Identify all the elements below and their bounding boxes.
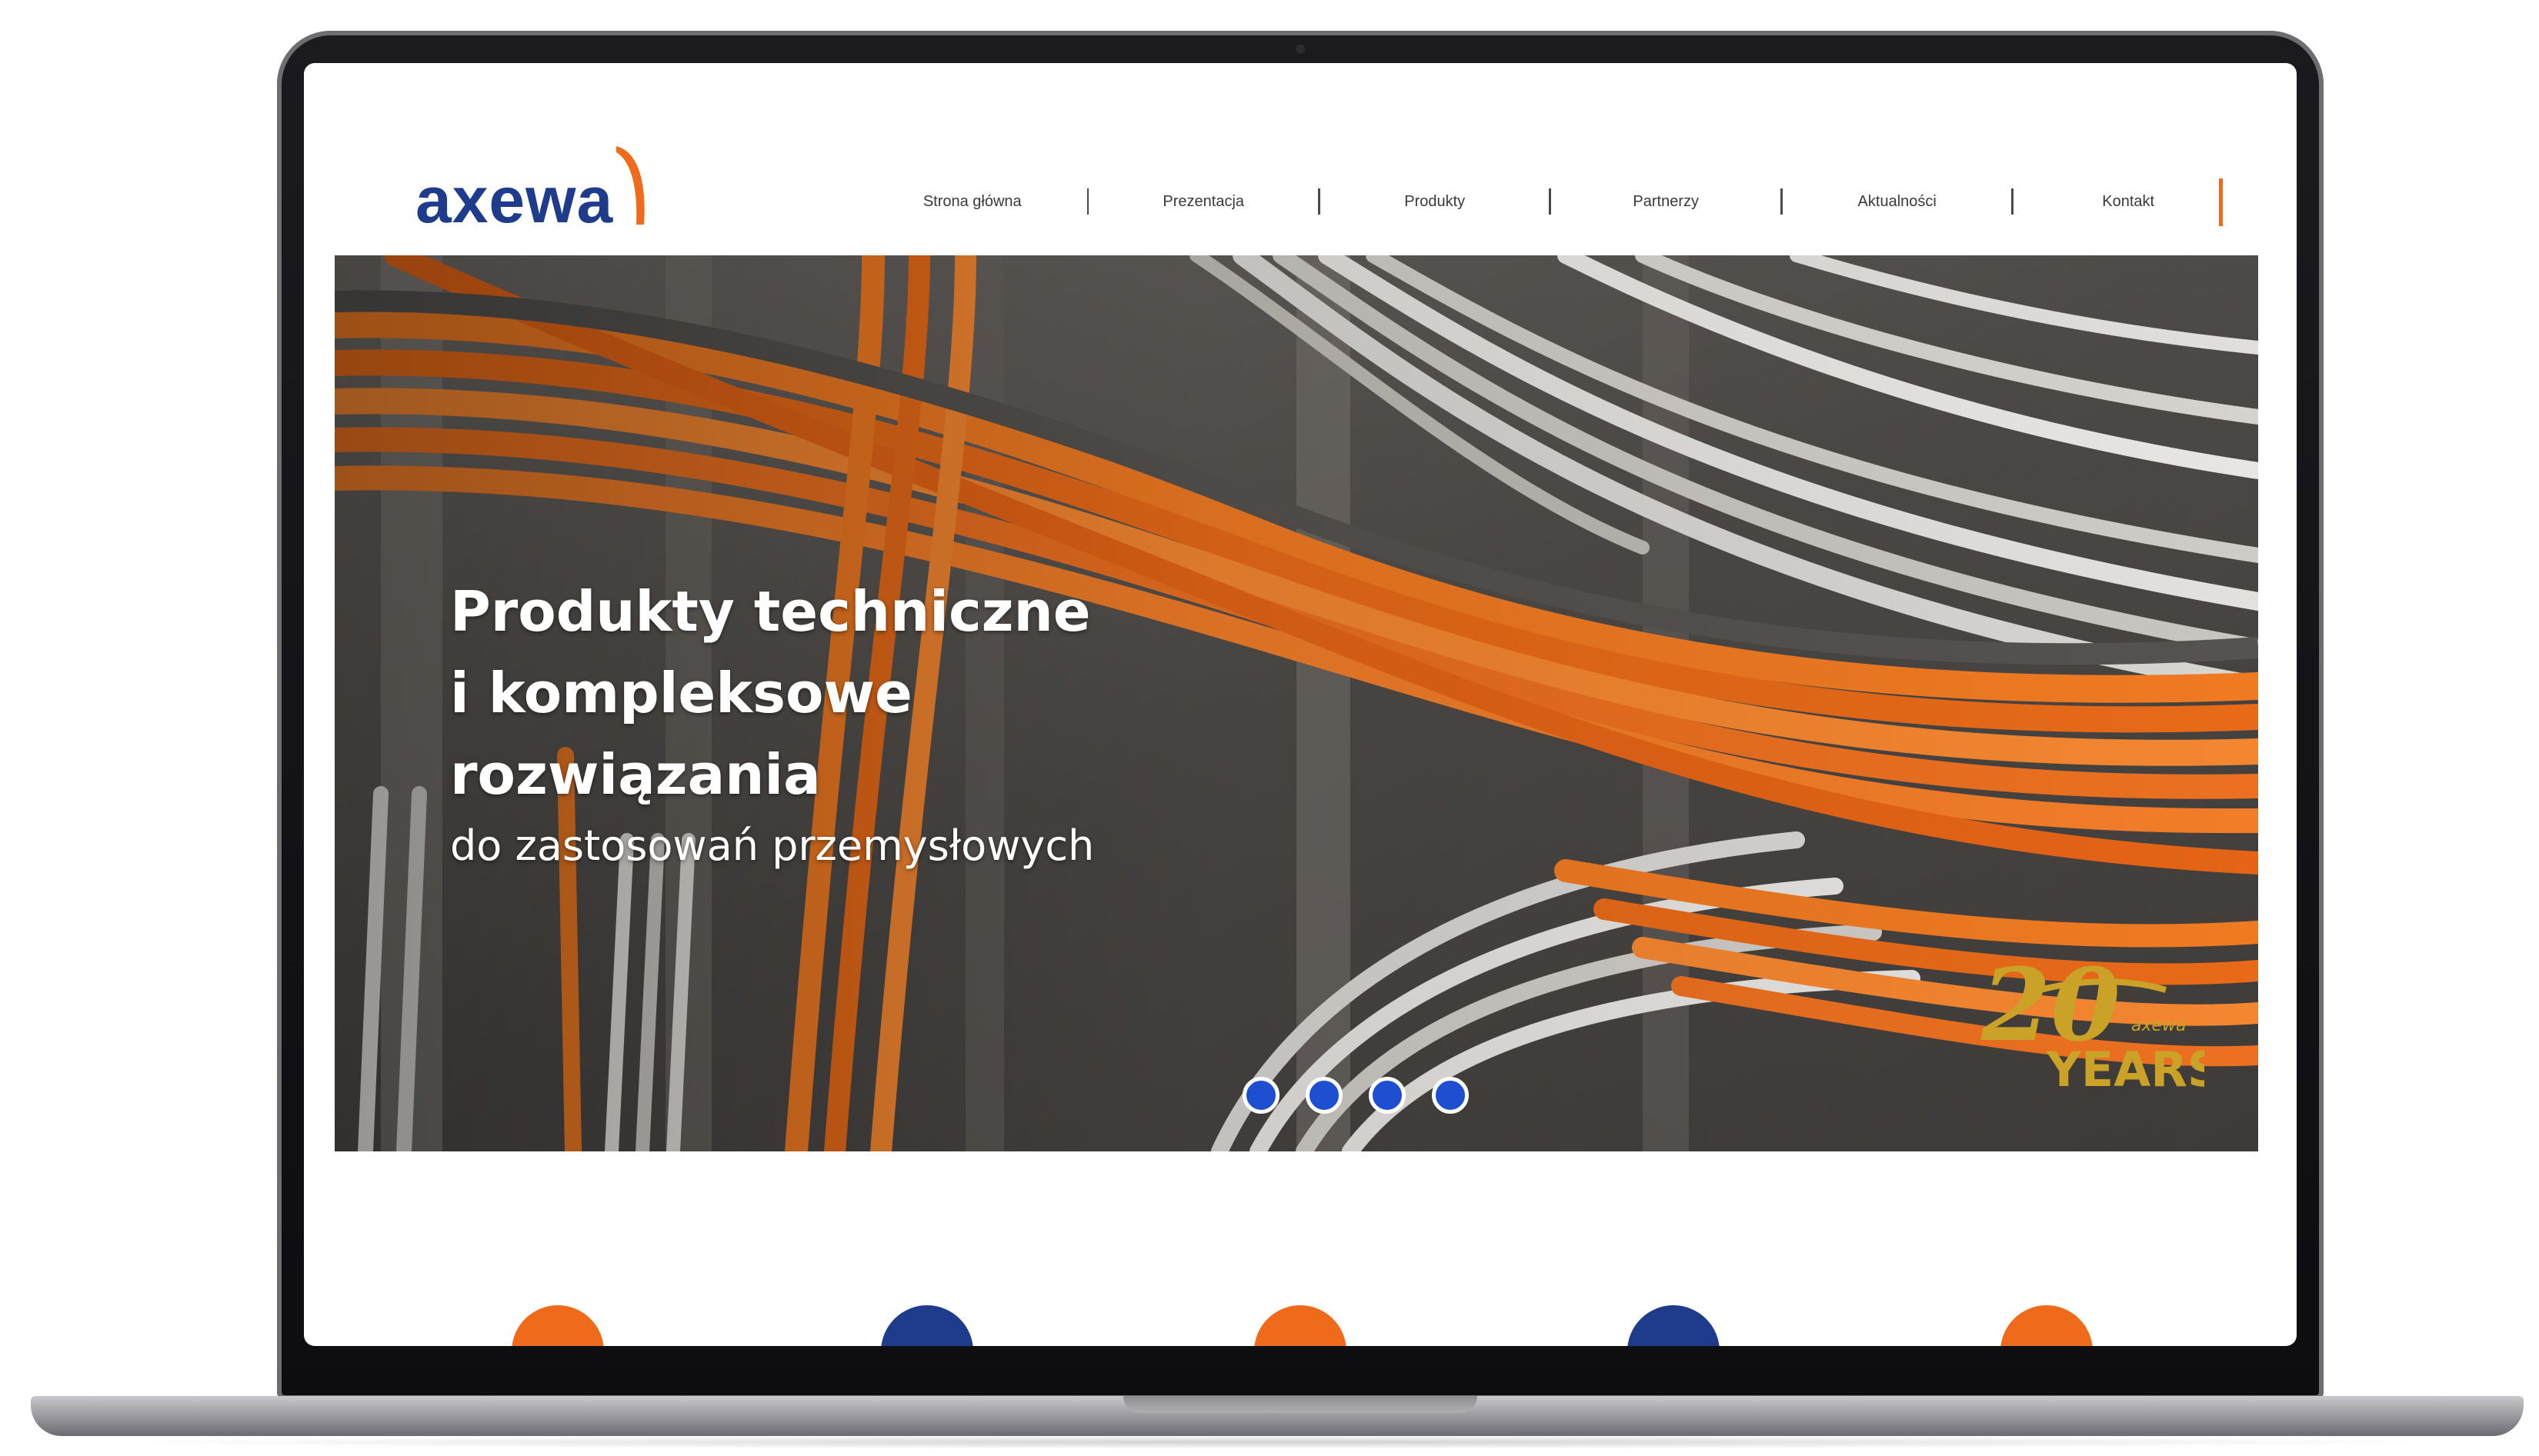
feature-circle-icon[interactable] — [1627, 1305, 1720, 1346]
hero-subtitle: do zastosowań przemysłowych — [450, 821, 1095, 870]
nav-item-5[interactable]: Aktualności — [1783, 193, 2012, 211]
nav-item-4[interactable]: Partnerzy — [1551, 193, 1780, 211]
feature-icons-row — [304, 1151, 2297, 1346]
main-navigation: Strona główna Prezentacja Produkty Partnerz… — [858, 178, 2243, 225]
website-screen: axewa Strona główna Prezentacja Produkty Pa… — [304, 63, 2297, 1346]
nav-item-6[interactable]: Kontakt — [2014, 193, 2243, 211]
feature-circle-icon[interactable] — [512, 1305, 604, 1346]
site-logo[interactable]: axewa — [415, 140, 653, 232]
slider-dot-icon[interactable] — [1306, 1077, 1343, 1114]
hero-title-line: i kompleksowe — [450, 661, 913, 725]
feature-circle-icon[interactable] — [2000, 1305, 2093, 1346]
slider-dot-icon[interactable] — [1369, 1077, 1406, 1114]
feature-circle-icon[interactable] — [881, 1305, 973, 1346]
slider-dot-icon[interactable] — [1432, 1077, 1469, 1114]
hero-caption: Produkty techniczne i kompleksowe rozwią… — [450, 571, 1094, 877]
feature-circle-icon[interactable] — [1254, 1305, 1346, 1346]
logo-swoosh-icon — [616, 146, 645, 225]
site-header: axewa Strona główna Prezentacja Produkty Pa… — [304, 63, 2297, 255]
slider-pagination — [1243, 1077, 1469, 1114]
webcam-icon — [1296, 45, 1305, 54]
laptop-notch — [1123, 1396, 1477, 1413]
svg-text:YEARS: YEARS — [2046, 1041, 2204, 1098]
hero-slider: Produkty techniczne i kompleksowe rozwią… — [335, 255, 2258, 1151]
slider-dot-icon[interactable] — [1243, 1077, 1280, 1114]
laptop-shadow — [92, 1435, 2462, 1449]
nav-end-accent — [2219, 178, 2223, 226]
hero-title-line: rozwiązania — [450, 742, 821, 807]
anniversary-badge-icon: 20 axewa YEARS — [1980, 948, 2204, 1098]
nav-item-2[interactable]: Prezentacja — [1089, 193, 1318, 211]
nav-item-1[interactable]: Strona główna — [858, 193, 1087, 211]
logo-text: axewa — [415, 164, 614, 236]
svg-text:axewa: axewa — [2131, 1016, 2187, 1035]
nav-item-3[interactable]: Produkty — [1320, 193, 1550, 211]
hero-title-line: Produkty techniczne — [450, 579, 1091, 644]
laptop-mockup: axewa Strona główna Prezentacja Produkty Pa… — [0, 0, 2539, 1456]
